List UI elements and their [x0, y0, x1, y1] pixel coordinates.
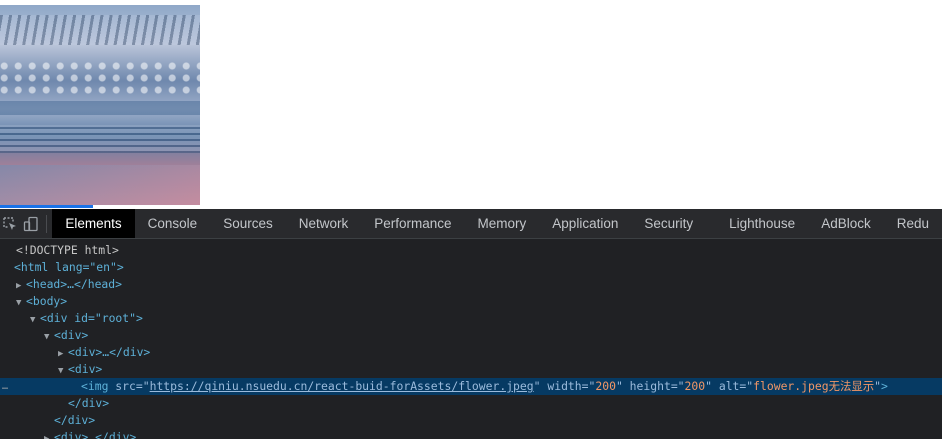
- width-attr-name: width: [547, 379, 582, 393]
- tab-application[interactable]: Application: [539, 209, 631, 238]
- tab-performance[interactable]: Performance: [361, 209, 464, 238]
- page-viewport: [0, 0, 942, 209]
- body-tag: <body>: [26, 294, 68, 308]
- tab-network[interactable]: Network: [286, 209, 362, 238]
- dom-node-div-close[interactable]: </div>: [0, 412, 942, 429]
- html-tag: <html lang="en">: [14, 260, 124, 274]
- dom-node-doctype[interactable]: <!DOCTYPE html>: [0, 242, 942, 259]
- toolbar-divider: [45, 214, 47, 233]
- tab-adblock[interactable]: AdBlock: [808, 209, 884, 238]
- doctype-text: <!DOCTYPE html>: [16, 243, 119, 257]
- flower-image: [0, 5, 200, 205]
- width-attr-value: 200: [595, 379, 616, 393]
- dom-node-div-close[interactable]: </div>: [0, 395, 942, 412]
- image-detail: [0, 125, 200, 153]
- dom-tree: <!DOCTYPE html> <html lang="en"> ▶ <head>…: [0, 242, 942, 439]
- tab-lighthouse[interactable]: Lighthouse: [716, 209, 808, 238]
- dom-node-div[interactable]: ▼ <div>: [0, 361, 942, 378]
- more-actions-icon[interactable]: …: [2, 378, 8, 395]
- image-detail: [0, 165, 200, 205]
- dom-node-html[interactable]: <html lang="en">: [0, 259, 942, 276]
- expand-arrow-icon[interactable]: ▶: [44, 431, 54, 439]
- device-toolbar-icon[interactable]: [21, 209, 42, 238]
- div-collapsed-tag: <div>…</div>: [54, 430, 137, 439]
- img-tag-name: img: [87, 379, 109, 393]
- div-tag: <div>: [68, 362, 103, 376]
- dom-node-div[interactable]: ▼ <div>: [0, 327, 942, 344]
- head-tag: <head>…</head>: [26, 277, 123, 291]
- image-detail: [0, 60, 200, 95]
- div-close-tag: </div>: [54, 413, 96, 427]
- tab-security[interactable]: Security: [631, 209, 706, 238]
- image-detail: [0, 101, 200, 115]
- dom-node-img-selected[interactable]: … <img src="https://qiniu.nsuedu.cn/reac…: [0, 378, 942, 395]
- tab-memory[interactable]: Memory: [465, 209, 540, 238]
- inspect-element-icon[interactable]: [0, 209, 21, 238]
- tab-redux[interactable]: Redu: [884, 209, 942, 238]
- dom-node-div-collapsed[interactable]: ▶ <div>…</div>: [0, 344, 942, 361]
- src-attr-name: src: [115, 379, 136, 393]
- div-collapsed-tag: <div>…</div>: [68, 345, 151, 359]
- tab-sources[interactable]: Sources: [210, 209, 286, 238]
- root-div-tag: <div id="root">: [40, 311, 143, 325]
- image-detail: [0, 15, 200, 45]
- height-attr-name: height: [629, 379, 671, 393]
- dom-node-head[interactable]: ▶ <head>…</head>: [0, 276, 942, 293]
- div-tag: <div>: [54, 328, 89, 342]
- dom-node-body[interactable]: ▼ <body>: [0, 293, 942, 310]
- dom-node-root[interactable]: ▼ <div id="root">: [0, 310, 942, 327]
- alt-attr-value: flower.jpeg无法显示: [753, 379, 875, 393]
- dom-node-div-collapsed[interactable]: ▶ <div>…</div>: [0, 429, 942, 439]
- alt-attr-name: alt: [718, 379, 740, 393]
- tab-elements[interactable]: Elements: [52, 209, 135, 238]
- src-link[interactable]: https://qiniu.nsuedu.cn/react-buid-forAs…: [150, 379, 534, 393]
- devtools-tabbar: Elements Console Sources Network Perform…: [0, 209, 942, 239]
- loading-progress-bar: [0, 205, 93, 208]
- div-close-tag: </div>: [68, 396, 110, 410]
- devtools-panel: Elements Console Sources Network Perform…: [0, 209, 942, 439]
- tab-console[interactable]: Console: [135, 209, 211, 238]
- height-attr-value: 200: [684, 379, 706, 393]
